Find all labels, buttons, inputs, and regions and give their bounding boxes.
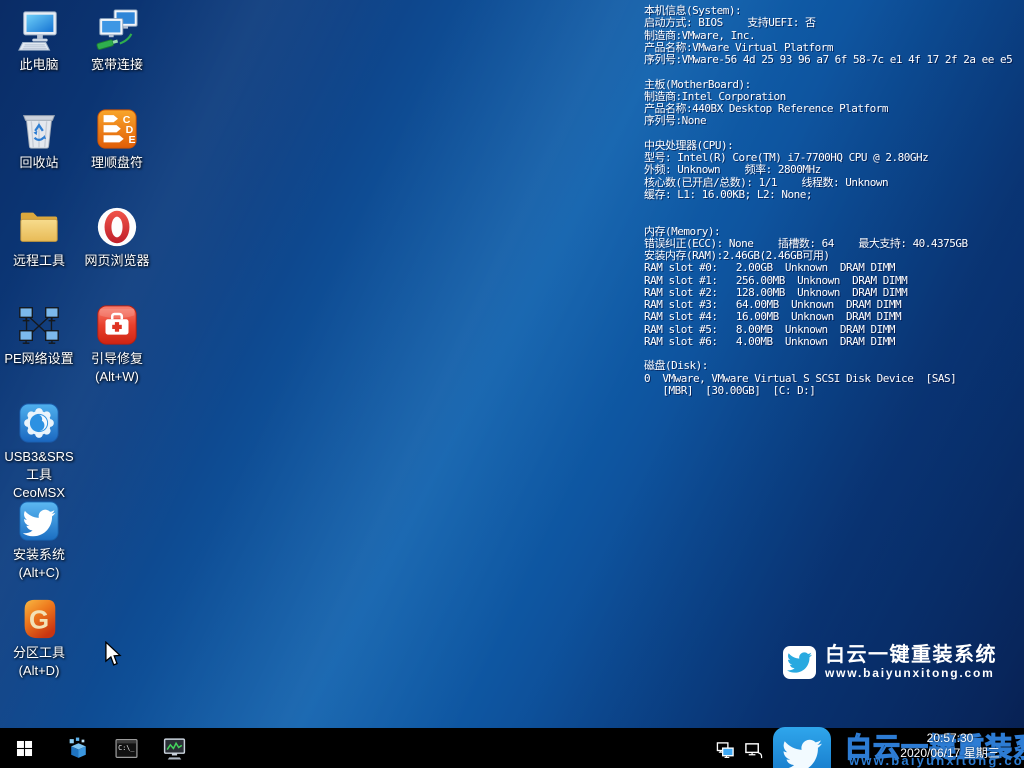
desktop-icon-label: 引导修复 (Alt+W) [79, 350, 155, 386]
partition-tool-icon [16, 596, 62, 642]
tray-network-icon[interactable] [744, 741, 763, 760]
system-info-line: 制造商:VMware, Inc. [644, 30, 1024, 42]
mouse-cursor [103, 641, 123, 672]
system-info-line [644, 66, 1024, 78]
desktop-icon-label: 远程工具 [1, 252, 77, 270]
taskbar-brand-badge [773, 727, 831, 768]
this-pc-icon [16, 8, 62, 54]
system-info-line: 0 VMware, VMware Virtual S SCSI Disk Dev… [644, 373, 1024, 385]
taskbar-clock[interactable]: 20:57:30 2020/06/17 星期三 [888, 731, 1012, 761]
tray-display-icon[interactable] [716, 741, 735, 760]
system-info-line: [MBR] [30.00GB] [C: D:] [644, 385, 1024, 397]
desktop-icon-label: 分区工具 (Alt+D) [1, 644, 77, 680]
system-info-line: RAM slot #1: 256.00MB Unknown DRAM DIMM [644, 275, 1024, 287]
desktop-icon-label: PE网络设置 [1, 350, 77, 368]
desktop: 此电脑宽带连接回收站理顺盘符远程工具网页浏览器 PE网络设置引导修复 (Alt+W… [0, 0, 1024, 768]
desktop-icon-label: 回收站 [1, 154, 77, 172]
system-info-line: RAM slot #0: 2.00GB Unknown DRAM DIMM [644, 262, 1024, 274]
cmd-icon [114, 736, 139, 761]
desktop-icon-remote-tools-folder[interactable]: 远程工具 [1, 204, 77, 270]
desktop-icon-label: 宽带连接 [79, 56, 155, 74]
system-info-line: 主板(MotherBoard): [644, 79, 1024, 91]
remote-tools-folder-icon [16, 204, 62, 250]
install-system-icon [16, 498, 62, 544]
desktop-icon-web-browser[interactable]: 网页浏览器 [79, 204, 155, 270]
desktop-icon-label: 安装系统 (Alt+C) [1, 546, 77, 582]
system-info-line [644, 128, 1024, 140]
desktop-icon-pe-network[interactable]: PE网络设置 [1, 302, 77, 368]
desktop-icon-boot-repair[interactable]: 引导修复 (Alt+W) [79, 302, 155, 386]
system-info-line: 序列号:None [644, 115, 1024, 127]
desktop-icon-label: USB3&SRS 工具CeoMSX [1, 448, 77, 502]
desktop-icon-this-pc[interactable]: 此电脑 [1, 8, 77, 74]
system-info-panel: 本机信息(System):启动方式: BIOS 支持UEFI: 否制造商:VMw… [644, 5, 1024, 397]
desktop-icon-label: 此电脑 [1, 56, 77, 74]
drive-letters-icon [94, 106, 140, 152]
system-info-line: 序列号:VMware-56 4d 25 93 96 a7 6f 58-7c e1… [644, 54, 1024, 66]
bird-icon [782, 736, 822, 768]
system-info-line: 缓存: L1: 16.00KB; L2: None; [644, 189, 1024, 201]
brand-watermark: 白云一键重装系统 www.baiyunxitong.com [783, 644, 997, 680]
desktop-icon-recycle-bin[interactable]: 回收站 [1, 106, 77, 172]
start-button[interactable] [0, 728, 48, 768]
system-info-line [644, 213, 1024, 225]
system-info-line: RAM slot #4: 16.00MB Unknown DRAM DIMM [644, 311, 1024, 323]
clock-time: 20:57:30 [888, 731, 1012, 746]
system-info-line: RAM slot #6: 4.00MB Unknown DRAM DIMM [644, 336, 1024, 348]
broadband-icon [94, 8, 140, 54]
bird-icon [787, 650, 812, 675]
win-logo-icon [15, 739, 34, 758]
brand-badge [783, 646, 816, 679]
usb3-srs-icon [16, 400, 62, 446]
recycle-bin-icon [16, 106, 62, 152]
web-browser-icon [94, 204, 140, 250]
desktop-icon-broadband[interactable]: 宽带连接 [79, 8, 155, 74]
brand-url: www.baiyunxitong.com [825, 666, 997, 680]
system-info-line [644, 201, 1024, 213]
system-info-line: 启动方式: BIOS 支持UEFI: 否 [644, 17, 1024, 29]
system-info-line: 外频: Unknown 频率: 2800MHz [644, 164, 1024, 176]
desktop-icon-label: 网页浏览器 [79, 252, 155, 270]
taskbar-item-command-prompt[interactable] [102, 728, 150, 768]
pe-network-icon [16, 302, 62, 348]
desktop-icon-label: 理顺盘符 [79, 154, 155, 172]
brand-title: 白云一键重装系统 [825, 644, 997, 666]
taskbar-item-registry-editor[interactable] [54, 728, 102, 768]
taskbar-item-hardware-monitor[interactable] [150, 728, 198, 768]
system-info-line: 磁盘(Disk): [644, 360, 1024, 372]
regedit-icon [66, 736, 91, 761]
desktop-icon-partition-tool[interactable]: 分区工具 (Alt+D) [1, 596, 77, 680]
clock-date: 2020/06/17 星期三 [888, 746, 1012, 761]
desktop-icon-install-system[interactable]: 安装系统 (Alt+C) [1, 498, 77, 582]
boot-repair-icon [94, 302, 140, 348]
hwmonitor-icon [162, 736, 187, 761]
system-info-line: 内存(Memory): [644, 226, 1024, 238]
system-info-line: 核心数(已开启/总数): 1/1 线程数: Unknown [644, 177, 1024, 189]
desktop-icon-usb3-srs[interactable]: USB3&SRS 工具CeoMSX [1, 400, 77, 502]
desktop-icon-drive-letters[interactable]: 理顺盘符 [79, 106, 155, 172]
system-info-line: RAM slot #5: 8.00MB Unknown DRAM DIMM [644, 324, 1024, 336]
